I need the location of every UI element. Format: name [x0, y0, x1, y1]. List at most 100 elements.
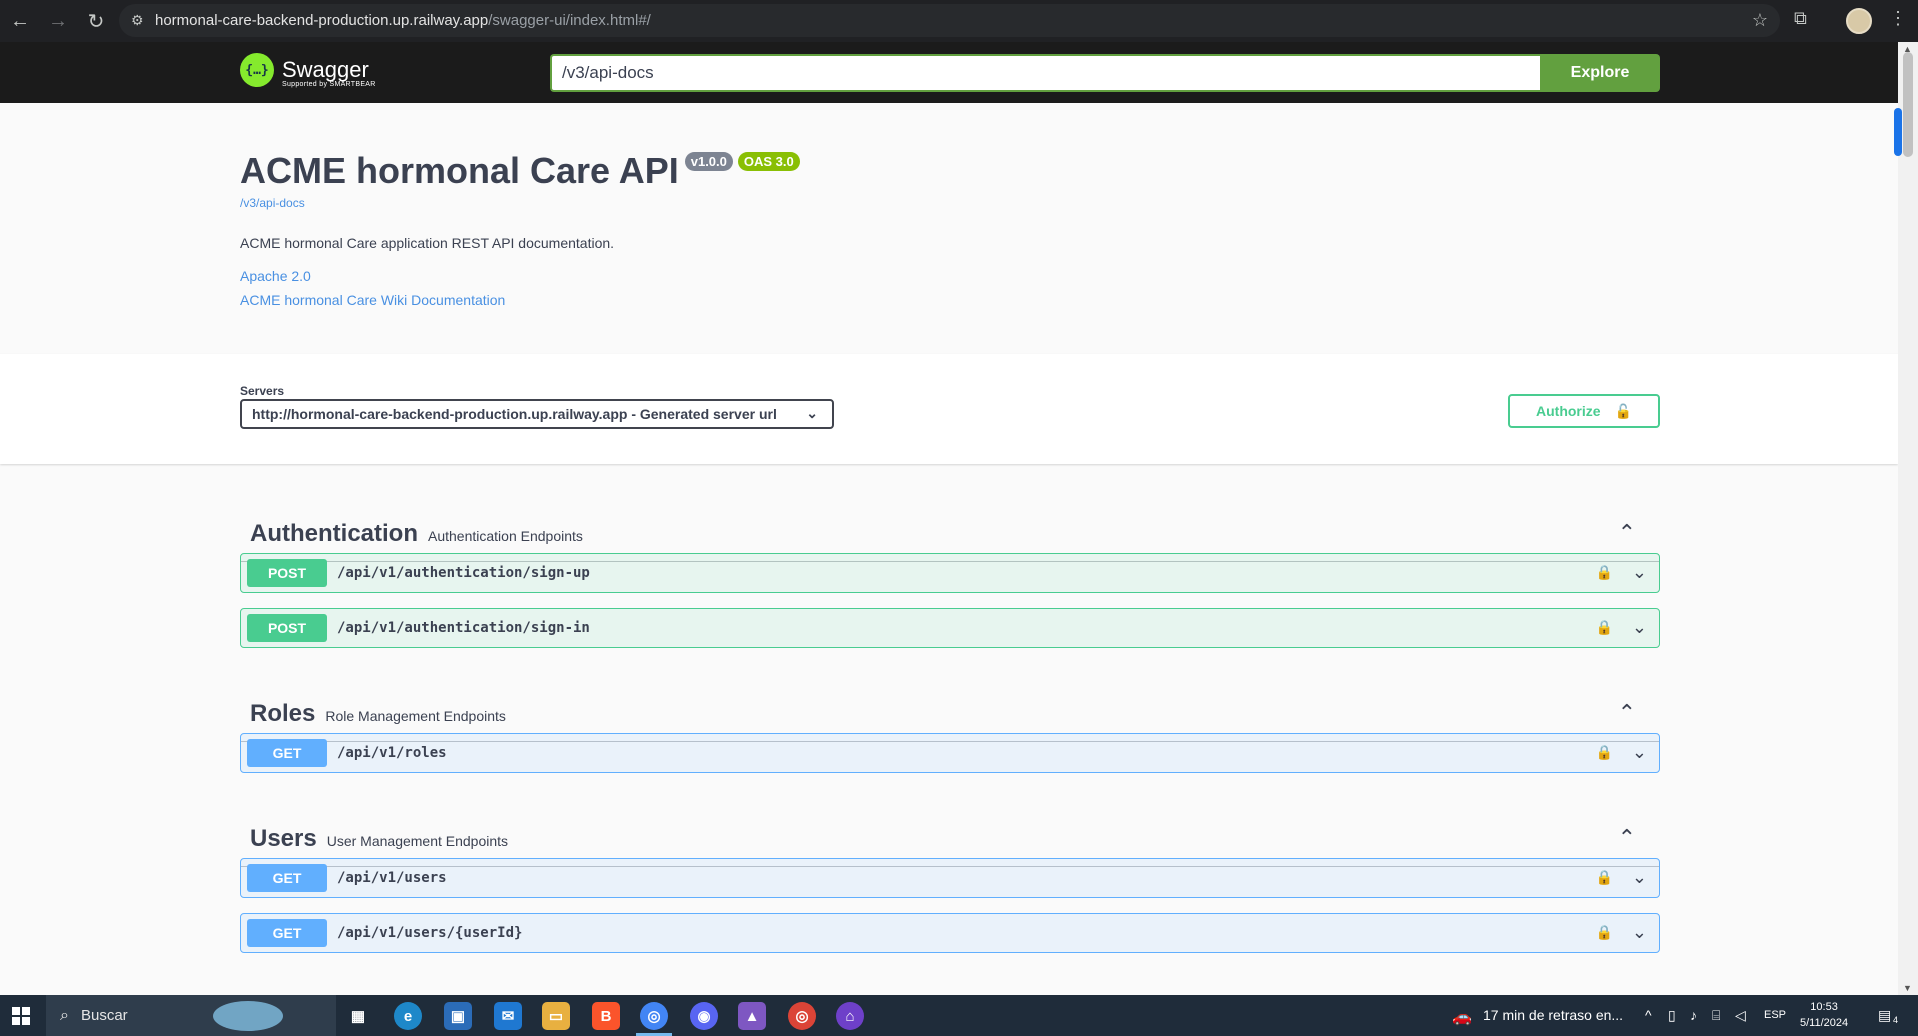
operation-path: /api/v1/authentication/sign-up — [337, 565, 590, 581]
search-highlight-image — [213, 1001, 283, 1031]
swagger-logo[interactable]: {…} Swagger Supported by SMARTBEAR — [240, 53, 375, 88]
back-arrow-icon[interactable]: ← — [2, 3, 38, 39]
servers-select[interactable]: http://hormonal-care-backend-production.… — [240, 399, 834, 429]
tag-description: Role Management Endpoints — [325, 707, 506, 724]
servers-selected-value: http://hormonal-care-backend-production.… — [252, 406, 777, 422]
menu-dots-icon[interactable]: ⋮ — [1889, 8, 1907, 29]
operation-path: /api/v1/users — [337, 870, 447, 886]
lock-icon[interactable]: 🔒 — [1596, 924, 1613, 941]
notification-text[interactable]: 17 min de retraso en... — [1483, 1007, 1623, 1023]
oas-badge: OAS 3.0 — [737, 152, 800, 171]
store-icon[interactable]: ▣ — [444, 1002, 472, 1030]
method-badge: GET — [247, 739, 327, 767]
chevron-down-icon[interactable]: ⌄ — [1632, 742, 1647, 763]
taskbar-search[interactable]: ⌕ Buscar — [46, 995, 336, 1036]
clock-date: 5/11/2024 — [1800, 1017, 1849, 1029]
tag-name: Users — [250, 824, 317, 852]
site-settings-icon[interactable]: ⚙ — [131, 12, 144, 29]
browser-toolbar: ← → ↻ ⚙ hormonal-care-backend-production… — [0, 0, 1918, 42]
operation-path: /api/v1/users/{userId} — [337, 925, 523, 941]
microphone-icon[interactable]: ♪ — [1690, 1007, 1697, 1023]
tag-description: Authentication Endpoints — [428, 527, 583, 544]
chrome-profile-icon[interactable]: ◎ — [788, 1002, 816, 1030]
spec-link[interactable]: /v3/api-docs — [240, 196, 1660, 210]
lock-icon: 🔓 — [1614, 402, 1632, 419]
windows-start-icon[interactable] — [12, 1007, 30, 1025]
method-badge: GET — [247, 919, 327, 947]
brave-icon[interactable]: B — [592, 1002, 620, 1030]
page-scrollbar[interactable]: ▲ ▼ — [1898, 42, 1918, 995]
version-badge: v1.0.0 — [684, 152, 733, 171]
star-icon[interactable]: ☆ — [1752, 10, 1768, 31]
tag-name: Roles — [250, 699, 316, 727]
chevron-up-icon[interactable]: ⌃ — [1618, 825, 1636, 851]
explore-button[interactable]: Explore — [1540, 54, 1660, 92]
api-description: ACME hormonal Care application REST API … — [240, 235, 615, 251]
operation-get-user-by-id[interactable]: GET /api/v1/users/{userId} 🔒 ⌄ — [240, 913, 1660, 953]
lock-icon[interactable]: 🔒 — [1596, 619, 1613, 636]
edge-icon[interactable]: e — [394, 1002, 422, 1030]
side-panel-handle[interactable] — [1894, 108, 1902, 156]
url-path: /swagger-ui/index.html#/ — [488, 12, 651, 29]
operation-get-roles[interactable]: GET /api/v1/roles 🔒 ⌄ — [240, 733, 1660, 773]
page-title: ACME hormonal Care API — [240, 150, 679, 191]
operation-get-users[interactable]: GET /api/v1/users 🔒 ⌄ — [240, 858, 1660, 898]
clock[interactable]: 10:53 5/11/2024 — [1800, 999, 1848, 1031]
language-indicator[interactable]: ESP — [1764, 1009, 1786, 1021]
method-badge: GET — [247, 864, 327, 892]
github-icon[interactable]: ⌂ — [836, 1002, 864, 1030]
discord-icon[interactable]: ◉ — [690, 1002, 718, 1030]
chrome-icon[interactable]: ◎ — [640, 1002, 668, 1030]
scrollbar-thumb[interactable] — [1903, 52, 1913, 157]
swagger-page: {…} Swagger Supported by SMARTBEAR Explo… — [0, 42, 1898, 995]
logo-subtext: Supported by SMARTBEAR — [282, 81, 376, 88]
chevron-up-icon[interactable]: ⌃ — [1618, 520, 1636, 546]
lock-icon[interactable]: 🔒 — [1596, 744, 1613, 761]
windows-taskbar: ⌕ Buscar ▦ e ▣ ✉ ▭ B ◎ ◉ ▲ ◎ ⌂ 🚗 17 min … — [0, 995, 1918, 1036]
swagger-topbar: {…} Swagger Supported by SMARTBEAR Explo… — [0, 42, 1898, 103]
chevron-down-icon[interactable]: ⌄ — [1632, 867, 1647, 888]
operation-sign-up[interactable]: POST /api/v1/authentication/sign-up 🔒 ⌄ — [240, 553, 1660, 593]
app-icon[interactable]: ▲ — [738, 1002, 766, 1030]
logo-text: Swagger — [282, 57, 369, 82]
network-icon[interactable]: ⌸ — [1712, 1007, 1720, 1024]
wiki-link[interactable]: ACME hormonal Care Wiki Documentation — [240, 292, 1660, 308]
api-info: ACME hormonal Care API v1.0.0 OAS 3.0 /v… — [240, 150, 1660, 308]
file-explorer-icon[interactable]: ▭ — [542, 1002, 570, 1030]
chevron-down-icon: ⌄ — [806, 405, 818, 421]
swagger-logo-icon: {…} — [240, 53, 274, 87]
explore-form: Explore — [550, 54, 1660, 92]
api-title-row: ACME hormonal Care API v1.0.0 OAS 3.0 — [240, 150, 1660, 192]
chevron-down-icon[interactable]: ⌄ — [1632, 562, 1647, 583]
task-view-icon[interactable]: ▦ — [344, 1002, 372, 1030]
authorize-label: Authorize — [1536, 403, 1601, 419]
operation-path: /api/v1/authentication/sign-in — [337, 620, 590, 636]
servers-label: Servers — [240, 384, 285, 398]
operation-sign-in[interactable]: POST /api/v1/authentication/sign-in 🔒 ⌄ — [240, 608, 1660, 648]
lock-icon[interactable]: 🔒 — [1596, 869, 1613, 886]
chevron-up-icon[interactable]: ⌃ — [1618, 700, 1636, 726]
forward-arrow-icon[interactable]: → — [40, 3, 76, 39]
extensions-icon[interactable]: ⧉ — [1794, 8, 1807, 29]
scroll-down-icon[interactable]: ▼ — [1903, 983, 1912, 993]
lock-icon[interactable]: 🔒 — [1596, 564, 1613, 581]
volume-icon[interactable]: ◁ — [1735, 1007, 1746, 1024]
authorize-button[interactable]: Authorize 🔓 — [1508, 394, 1660, 428]
reload-icon[interactable]: ↻ — [78, 3, 114, 39]
spec-url-input[interactable] — [550, 54, 1540, 92]
notification-count: 4 — [1893, 1015, 1899, 1025]
search-icon: ⌕ — [60, 1006, 69, 1024]
battery-icon[interactable]: ▯ — [1668, 1007, 1676, 1024]
mail-icon[interactable]: ✉ — [494, 1002, 522, 1030]
address-bar[interactable]: ⚙ hormonal-care-backend-production.up.ra… — [119, 4, 1780, 37]
profile-avatar[interactable] — [1846, 8, 1872, 34]
notifications-icon[interactable]: ▤ — [1878, 1007, 1891, 1024]
chevron-up-icon[interactable]: ^ — [1645, 1007, 1652, 1023]
tag-description: User Management Endpoints — [326, 832, 509, 849]
license-link[interactable]: Apache 2.0 — [240, 268, 1660, 284]
url-host: hormonal-care-backend-production.up.rail… — [155, 12, 489, 29]
chevron-down-icon[interactable]: ⌄ — [1632, 922, 1647, 943]
chevron-down-icon[interactable]: ⌄ — [1632, 617, 1647, 638]
traffic-icon: 🚗 — [1452, 1009, 1472, 1026]
operation-path: /api/v1/roles — [337, 745, 447, 761]
